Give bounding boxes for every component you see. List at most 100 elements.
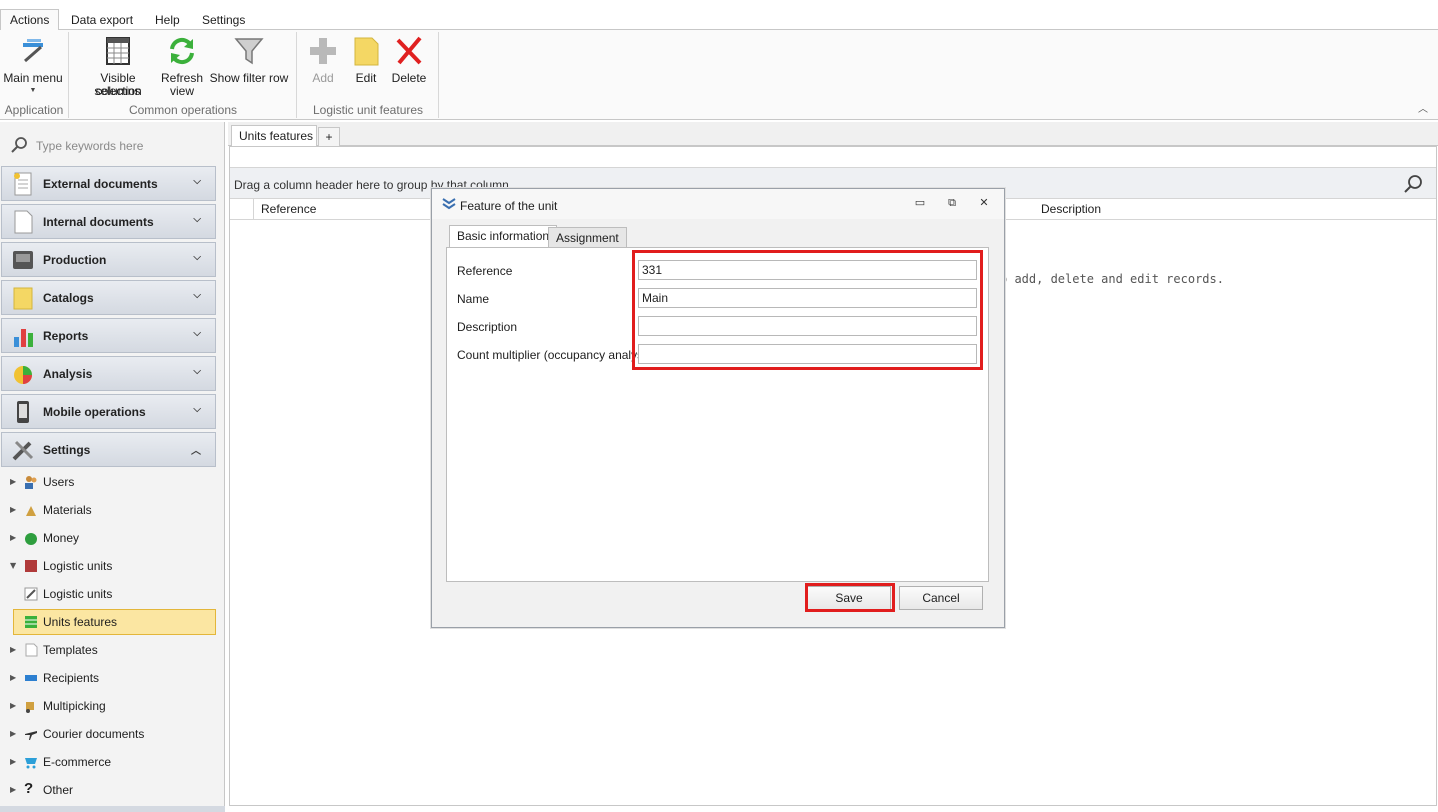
tab-help[interactable]: Help: [146, 11, 189, 30]
pallet-icon: [25, 560, 37, 572]
chevron-down-icon: ⌵: [193, 290, 201, 301]
tree-item-label: Multipicking: [43, 699, 106, 713]
mobile-phone-icon: [17, 401, 29, 423]
nav-label: External documents: [43, 177, 158, 191]
delete-button[interactable]: Delete: [388, 30, 430, 100]
expand-arrow-icon[interactable]: ▶: [10, 722, 16, 746]
restore-icon[interactable]: ⧉: [944, 195, 960, 211]
group-separator: [438, 32, 439, 118]
minimize-icon[interactable]: ▭: [912, 195, 928, 211]
delete-label: Delete: [391, 71, 427, 85]
visible-columns-button[interactable]: Visible columns selection: [80, 30, 156, 100]
collapse-ribbon-icon[interactable]: ︿: [1418, 100, 1432, 115]
main-menu-icon: [23, 39, 43, 63]
materials-icon: [26, 506, 36, 516]
chevron-up-icon: ︿: [191, 446, 201, 457]
expand-arrow-icon[interactable]: ▶: [10, 666, 16, 690]
expand-arrow-icon[interactable]: ▶: [10, 498, 16, 522]
filter-icon: [234, 38, 264, 65]
nav-catalogs[interactable]: Catalogs ⌵: [1, 280, 216, 315]
cancel-button[interactable]: Cancel: [899, 586, 983, 610]
page-icon: [14, 210, 33, 234]
expanded-arrow-icon[interactable]: ▶: [1, 563, 25, 569]
expand-arrow-icon[interactable]: ▶: [10, 638, 16, 662]
nav-label: Catalogs: [43, 291, 94, 305]
column-header-reference[interactable]: Reference: [261, 202, 316, 216]
money-bag-icon: [25, 533, 37, 545]
bar-chart-icon: [14, 329, 33, 347]
group-label-common: Common operations: [128, 103, 238, 117]
airplane-icon: [25, 731, 37, 740]
app-chevrons-icon: [442, 198, 456, 210]
expand-arrow-icon[interactable]: ▶: [10, 778, 16, 802]
document-icon: [14, 172, 32, 196]
nav-label: Internal documents: [43, 215, 154, 229]
chevron-down-icon: ⌵: [193, 366, 201, 377]
nav-analysis[interactable]: Analysis ⌵: [1, 356, 216, 391]
search-icon[interactable]: [1403, 174, 1423, 194]
tree-item-label: Templates: [43, 643, 98, 657]
nav-settings[interactable]: Settings ︿: [1, 432, 216, 467]
refresh-view-button[interactable]: Refresh view: [159, 30, 205, 100]
chevron-down-icon: ⌵: [193, 404, 201, 415]
expand-arrow-icon[interactable]: ▶: [10, 470, 16, 494]
search-placeholder: Type keywords here: [36, 139, 144, 153]
nav-production[interactable]: Production ⌵: [1, 242, 216, 277]
group-label-logistic: Logistic unit features: [312, 103, 424, 117]
column-header-description[interactable]: Description: [1041, 202, 1101, 216]
edit-button[interactable]: Edit: [346, 30, 386, 100]
field-label-description: Description: [457, 320, 518, 334]
note-icon: [354, 37, 379, 66]
edit-pencil-icon: [24, 587, 38, 601]
tree-item-label: Logistic units: [43, 559, 113, 573]
close-icon[interactable]: ✕: [976, 195, 992, 211]
sidebar-search[interactable]: Type keywords here: [4, 131, 219, 159]
field-label-count-multiplier: Count multiplier (occupancy analysis): [457, 348, 656, 362]
edit-label: Edit: [355, 71, 377, 85]
expand-arrow-icon[interactable]: ▶: [10, 694, 16, 718]
users-icon: [25, 476, 37, 489]
tab-data-export[interactable]: Data export: [62, 11, 142, 30]
refresh-label-2: view: [169, 84, 194, 98]
show-filter-row-label: Show filter row: [209, 71, 289, 85]
document-tabs: [228, 122, 1438, 146]
tab-units-features[interactable]: Units features: [231, 125, 317, 147]
tab-basic-information[interactable]: Basic information: [449, 225, 558, 247]
question-mark-icon: ?: [24, 780, 34, 797]
add-button[interactable]: Add: [302, 30, 344, 100]
nav-internal-documents[interactable]: Internal documents ⌵: [1, 204, 216, 239]
nav-mobile-operations[interactable]: Mobile operations ⌵: [1, 394, 216, 429]
template-page-icon: [25, 643, 38, 657]
nav-external-documents[interactable]: External documents ⌵: [1, 166, 216, 201]
table-columns-icon: [106, 37, 130, 65]
nav-reports[interactable]: Reports ⌵: [1, 318, 216, 353]
tab-settings[interactable]: Settings: [193, 11, 254, 30]
dialog-title-bar[interactable]: Feature of the unit ▭ ⧉ ✕: [432, 189, 1004, 219]
ribbon: Main menu ▼ Application Visible columns …: [0, 30, 1438, 120]
nav-label: Mobile operations: [43, 405, 146, 419]
tree-item-label: Courier documents: [43, 727, 145, 741]
tab-actions[interactable]: Actions: [0, 9, 60, 31]
add-label: Add: [312, 71, 334, 85]
expand-arrow-icon[interactable]: ▶: [10, 526, 16, 550]
features-grid-icon: [25, 616, 37, 628]
highlight-save-box: [805, 583, 895, 612]
tree-item-label: Logistic units: [43, 587, 113, 601]
chevron-down-icon: ⌵: [193, 252, 201, 263]
dialog-title: Feature of the unit: [460, 199, 558, 213]
main-menu-button[interactable]: Main menu ▼: [2, 30, 64, 100]
tab-assignment[interactable]: Assignment: [548, 227, 627, 249]
group-label-application: Application: [4, 103, 64, 117]
group-separator: [68, 32, 69, 118]
chevron-down-icon: ⌵: [193, 328, 201, 339]
sidebar-bottom-strip: [0, 806, 225, 812]
tree-item-label: Units features: [43, 615, 118, 629]
group-separator: [296, 32, 297, 118]
expand-arrow-icon[interactable]: ▶: [10, 750, 16, 774]
forklift-icon: [26, 702, 34, 713]
show-filter-row-button[interactable]: Show filter row: [208, 30, 290, 100]
add-tab-button[interactable]: +: [318, 127, 340, 147]
shopping-cart-icon: [25, 758, 37, 769]
tree-item-label: Recipients: [43, 671, 100, 685]
nav-label: Settings: [43, 443, 91, 457]
